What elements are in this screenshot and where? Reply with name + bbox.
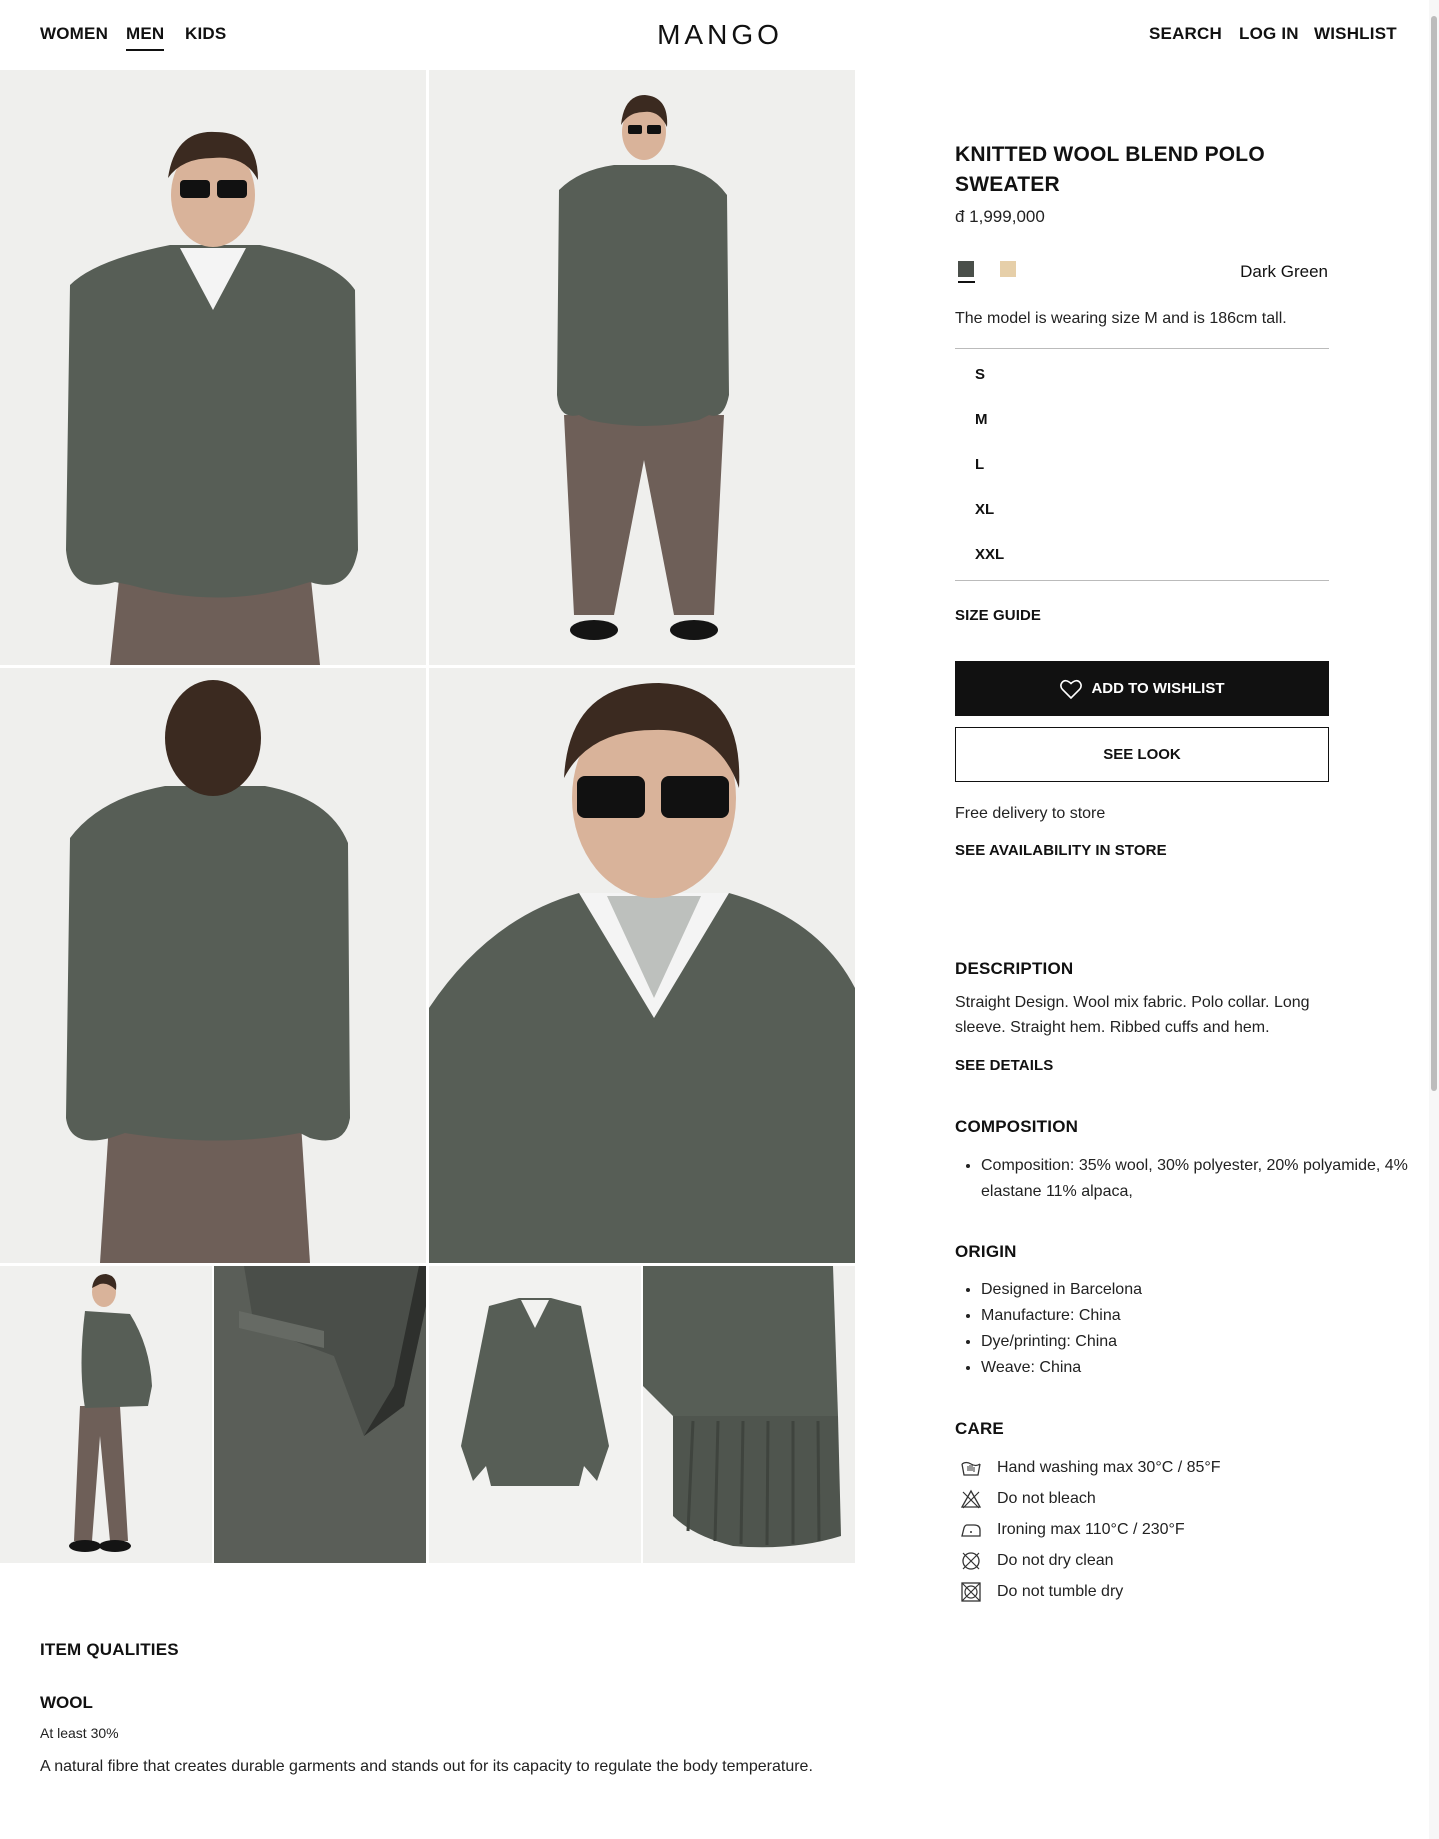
size-guide-link[interactable]: SIZE GUIDE <box>955 607 1041 624</box>
add-to-wishlist-label: ADD TO WISHLIST <box>1091 680 1225 697</box>
size-option-xxl[interactable]: XXL <box>975 546 1004 563</box>
care-text: Do not bleach <box>997 1490 1096 1507</box>
quality-name: WOOL <box>40 1693 93 1712</box>
product-price: đ 1,999,000 <box>955 207 1045 226</box>
description-heading: DESCRIPTION <box>955 959 1074 978</box>
no-tumble-dry-icon <box>961 1582 981 1602</box>
care-text: Ironing max 110°C / 230°F <box>997 1521 1185 1538</box>
composition-list: Composition: 35% wool, 30% polyester, 20… <box>955 1153 1431 1205</box>
divider <box>955 348 1329 349</box>
hand-wash-icon <box>961 1461 981 1476</box>
nav-women[interactable]: WOMEN <box>40 24 108 44</box>
care-text: Hand washing max 30°C / 85°F <box>997 1459 1221 1476</box>
care-item: Do not tumble dry <box>960 1581 1123 1603</box>
product-photo-side[interactable] <box>0 1266 212 1563</box>
brand-logo-text: MANGO <box>657 19 783 50</box>
heart-icon <box>1060 679 1083 699</box>
origin-item: Dye/printing: China <box>981 1329 1142 1355</box>
product-photo-fabric-detail[interactable] <box>214 1266 426 1563</box>
care-item: Ironing max 110°C / 230°F <box>960 1519 1185 1541</box>
model-info: The model is wearing size M and is 186cm… <box>955 310 1287 327</box>
size-option-m[interactable]: M <box>975 411 988 428</box>
selected-color-name: Dark Green <box>1240 262 1328 281</box>
quality-amount: At least 30% <box>40 1725 119 1741</box>
product-photo-full-body[interactable] <box>429 70 855 665</box>
care-text: Do not tumble dry <box>997 1583 1124 1600</box>
nav-kids[interactable]: KIDS <box>185 24 226 44</box>
delivery-info: Free delivery to store <box>955 805 1106 822</box>
see-availability-link[interactable]: SEE AVAILABILITY IN STORE <box>955 842 1167 859</box>
care-text: Do not dry clean <box>997 1552 1114 1569</box>
no-bleach-icon <box>960 1489 982 1509</box>
color-swatch-beige[interactable] <box>1000 261 1016 277</box>
product-title: KNITTED WOOL BLEND POLO SWEATER <box>955 143 1265 196</box>
origin-heading: ORIGIN <box>955 1242 1017 1261</box>
item-qualities-heading: ITEM QUALITIES <box>40 1640 179 1659</box>
brand-logo[interactable]: MANGO <box>640 12 800 56</box>
no-dry-clean-icon <box>962 1552 980 1570</box>
wishlist-link[interactable]: WISHLIST <box>1314 24 1397 44</box>
login-link[interactable]: LOG IN <box>1239 24 1299 44</box>
care-item: Do not dry clean <box>960 1550 1114 1572</box>
origin-item: Weave: China <box>981 1355 1142 1381</box>
origin-item: Designed in Barcelona <box>981 1277 1142 1303</box>
care-item: Hand washing max 30°C / 85°F <box>960 1457 1221 1479</box>
size-option-xl[interactable]: XL <box>975 501 994 518</box>
origin-item: Manufacture: China <box>981 1303 1142 1329</box>
product-photo-flat-lay[interactable] <box>429 1266 641 1563</box>
see-details-link[interactable]: SEE DETAILS <box>955 1057 1053 1074</box>
composition-heading: COMPOSITION <box>955 1117 1079 1136</box>
size-option-s[interactable]: S <box>975 366 985 383</box>
care-heading: CARE <box>955 1419 1004 1438</box>
selected-swatch-indicator <box>958 281 975 283</box>
size-option-l[interactable]: L <box>975 456 984 473</box>
divider <box>955 580 1329 581</box>
see-look-label: SEE LOOK <box>1103 746 1181 763</box>
search-link[interactable]: SEARCH <box>1149 24 1222 44</box>
add-to-wishlist-button[interactable]: ADD TO WISHLIST <box>955 661 1329 716</box>
see-look-button[interactable]: SEE LOOK <box>955 727 1329 782</box>
composition-item: Composition: 35% wool, 30% polyester, 20… <box>981 1153 1431 1205</box>
care-item: Do not bleach <box>960 1488 1096 1510</box>
iron-icon <box>961 1524 981 1537</box>
product-photo-cuff-detail[interactable] <box>643 1266 855 1563</box>
scrollbar-thumb[interactable] <box>1431 16 1437 1091</box>
quality-description: A natural fibre that creates durable gar… <box>40 1758 813 1775</box>
product-photo-closeup[interactable] <box>429 668 855 1263</box>
origin-list: Designed in Barcelona Manufacture: China… <box>955 1277 1142 1381</box>
color-swatch-dark-green[interactable] <box>958 261 974 277</box>
description-text: Straight Design. Wool mix fabric. Polo c… <box>955 994 1310 1036</box>
product-photo-front[interactable] <box>0 70 426 665</box>
product-photo-back[interactable] <box>0 668 426 1263</box>
nav-men[interactable]: MEN <box>126 24 165 51</box>
